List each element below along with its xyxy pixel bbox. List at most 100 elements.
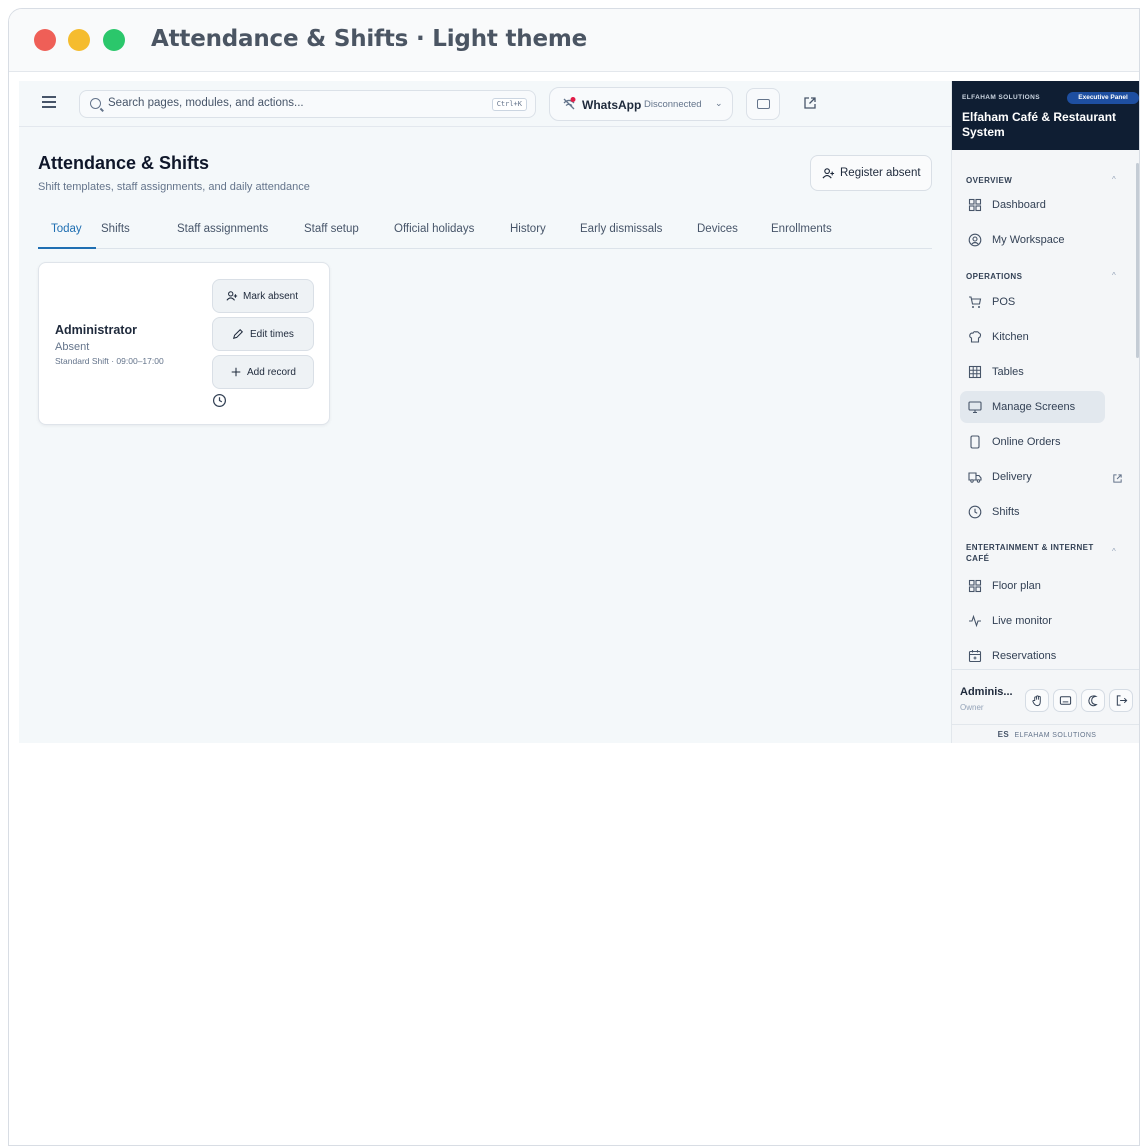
user-circle-icon (968, 233, 982, 247)
clock-icon (968, 505, 982, 519)
sidebar-item-label: Floor plan (992, 580, 1041, 592)
staff-name: Administrator (55, 323, 137, 337)
window-titlebar: Attendance & Shifts · Light theme (9, 9, 1139, 72)
app-window: Attendance & Shifts · Light theme Search… (8, 8, 1140, 1146)
tab-history[interactable]: History (510, 223, 546, 235)
search-shortcut-badge: Ctrl+K (491, 98, 527, 111)
keyboard-button[interactable] (746, 88, 780, 120)
chevron-up-icon[interactable]: ^ (1112, 175, 1116, 184)
edit-times-label: Edit times (250, 329, 294, 340)
main-content: Attendance & Shifts Shift templates, sta… (19, 128, 951, 743)
sidebar-item-kitchen[interactable]: Kitchen (960, 321, 1105, 353)
chevron-up-icon[interactable]: ^ (1112, 547, 1116, 556)
sidebar-item-dashboard[interactable]: Dashboard (960, 189, 1105, 221)
user-plus-icon (822, 168, 835, 179)
window-title: Attendance & Shifts · Light theme (151, 26, 588, 52)
logout-icon (1116, 695, 1128, 706)
page-title: Attendance & Shifts (38, 153, 210, 173)
sidebar-item-label: Delivery (992, 471, 1032, 483)
maximize-window-button[interactable] (103, 29, 125, 51)
add-record-button[interactable]: Add record (212, 355, 314, 389)
sidebar-scrollbar-thumb[interactable] (1136, 163, 1139, 358)
section-operations[interactable]: OPERATIONS (966, 271, 1022, 282)
break-button[interactable] (1025, 689, 1049, 712)
sidebar-item-label: Live monitor (992, 615, 1052, 627)
close-window-button[interactable] (34, 29, 56, 51)
footer-brand: ES ELFAHAM SOLUTIONS (952, 724, 1139, 744)
sidebar-item-online-orders[interactable]: Online Orders (960, 426, 1105, 458)
chevron-up-icon[interactable]: ^ (1112, 271, 1116, 280)
sidebar-item-reservations[interactable]: Reservations (960, 640, 1105, 672)
tab-official-holidays[interactable]: Official holidays (394, 223, 474, 235)
search-input[interactable]: Search pages, modules, and actions... Ct… (79, 90, 536, 118)
add-record-label: Add record (247, 367, 296, 378)
whatsapp-label: WhatsApp (582, 98, 642, 112)
tab-staff-setup[interactable]: Staff setup (304, 223, 359, 235)
sidebar-item-tables[interactable]: Tables (960, 356, 1105, 388)
sidebar-item-shifts[interactable]: Shifts (960, 496, 1105, 528)
grid-icon (968, 198, 982, 212)
sidebar-item-floor-plan[interactable]: Floor plan (960, 570, 1105, 602)
clock-icon[interactable] (212, 393, 227, 408)
external-link-icon[interactable] (802, 95, 818, 111)
executive-panel-badge: Executive Panel (1067, 92, 1139, 104)
sidebar-title: Elfaham Café & Restaurant System (962, 110, 1117, 139)
sidebar-item-label: Reservations (992, 650, 1057, 662)
tab-shifts[interactable]: Shifts (101, 223, 130, 235)
sidebar-footer: Adminis... Owner ES ELFAHAM SOLUTIONS (952, 669, 1139, 744)
tab-staff-assignments[interactable]: Staff assignments (177, 223, 268, 235)
pencil-icon (232, 328, 244, 340)
sidebar-item-manage-screens[interactable]: Manage Screens (960, 391, 1105, 423)
page-subtitle: Shift templates, staff assignments, and … (38, 181, 310, 193)
theme-toggle-button[interactable] (1081, 689, 1105, 712)
user-role: Owner (960, 703, 984, 712)
edit-times-button[interactable]: Edit times (212, 317, 314, 351)
whatsapp-status-button[interactable]: WhatsApp Disconnected ⌄ (549, 87, 733, 121)
sidebar: ELFAHAM SOLUTIONS Executive Panel Elfaha… (951, 81, 1139, 744)
sidebar-item-label: Manage Screens (992, 401, 1076, 413)
minimize-window-button[interactable] (68, 29, 90, 51)
tab-today[interactable]: Today (51, 223, 82, 235)
search-placeholder: Search pages, modules, and actions... (108, 97, 304, 109)
mark-absent-label: Mark absent (243, 291, 299, 302)
empty-area (19, 743, 1139, 1145)
external-link-icon[interactable] (1112, 473, 1123, 484)
search-icon (90, 98, 101, 109)
mark-absent-button[interactable]: Mark absent (212, 279, 314, 313)
monitor-icon (968, 401, 982, 414)
hamburger-menu-icon[interactable] (42, 96, 56, 108)
sidebar-item-my-workspace[interactable]: My Workspace (960, 224, 1105, 256)
tab-devices[interactable]: Devices (697, 223, 738, 235)
section-entertainment[interactable]: ENTERTAINMENT & INTERNET CAFÉ (966, 542, 1116, 564)
section-overview[interactable]: OVERVIEW (966, 175, 1012, 186)
activity-icon (969, 614, 981, 628)
sidebar-brand: ELFAHAM SOLUTIONS (962, 94, 1040, 101)
attendance-status: Absent (55, 341, 90, 353)
whatsapp-status: Disconnected (644, 99, 702, 110)
app-content: Search pages, modules, and actions... Ct… (19, 81, 1139, 744)
sidebar-item-label: Online Orders (992, 436, 1061, 448)
logout-button[interactable] (1109, 689, 1133, 712)
sidebar-item-label: POS (992, 296, 1016, 308)
sidebar-header: ELFAHAM SOLUTIONS Executive Panel Elfaha… (952, 81, 1139, 150)
register-absent-button[interactable]: Register absent (810, 155, 932, 191)
hand-icon (1032, 695, 1041, 707)
attendance-card: Administrator Absent Standard Shift · 09… (38, 262, 330, 425)
chevron-down-icon: ⌄ (715, 98, 723, 108)
footer-brand-text: ELFAHAM SOLUTIONS (1014, 732, 1097, 739)
sidebar-item-live-monitor[interactable]: Live monitor (960, 605, 1105, 637)
user-name: Adminis... (960, 686, 1013, 698)
sidebar-item-delivery[interactable]: Delivery (960, 461, 1105, 493)
chef-hat-icon (969, 331, 982, 343)
brand-logo: ES (997, 730, 1010, 739)
sidebar-item-label: Shifts (992, 506, 1020, 518)
wifi-off-icon (563, 97, 576, 110)
top-bar: Search pages, modules, and actions... Ct… (19, 81, 951, 127)
plus-icon (231, 367, 241, 377)
truck-icon (968, 472, 982, 483)
shift-info: Standard Shift · 09:00–17:00 (55, 356, 164, 366)
tab-enrollments[interactable]: Enrollments (771, 223, 832, 235)
tab-early-dismissals[interactable]: Early dismissals (580, 223, 662, 235)
keyboard-button[interactable] (1053, 689, 1077, 712)
sidebar-item-pos[interactable]: POS (960, 286, 1105, 318)
